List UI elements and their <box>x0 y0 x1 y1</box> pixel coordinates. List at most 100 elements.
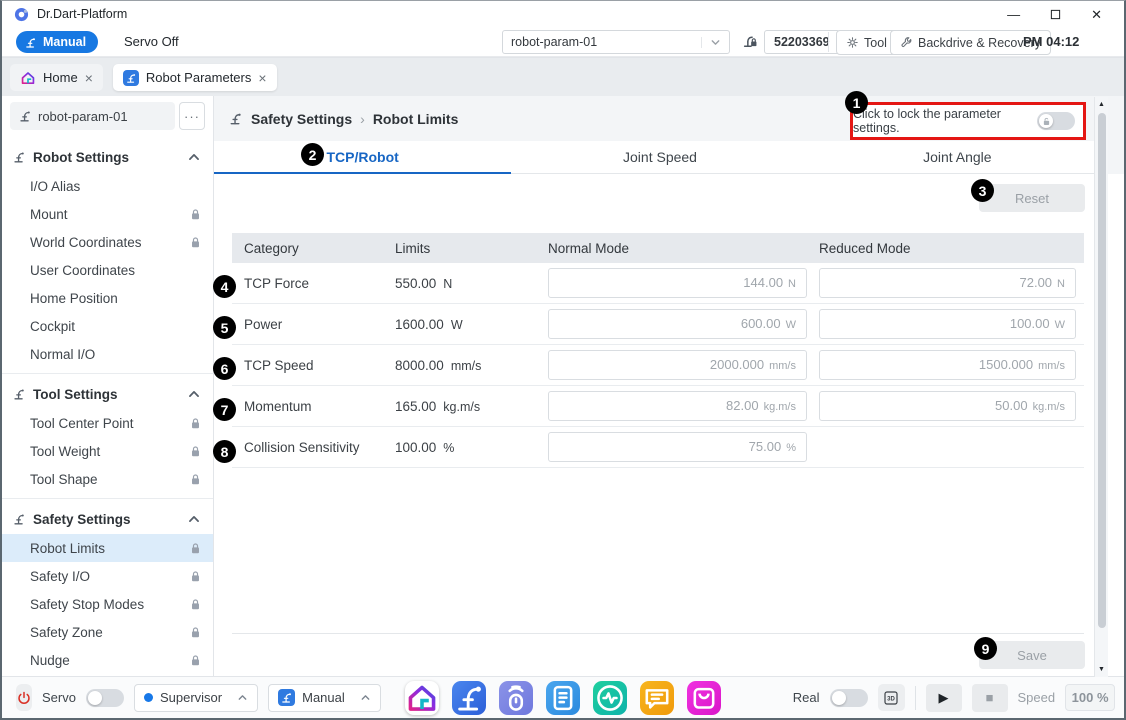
role-dropdown-value: Supervisor <box>160 690 222 705</box>
tool-button[interactable]: Tool <box>836 30 897 55</box>
sidebar-item-world-coordinates[interactable]: World Coordinates <box>2 228 213 256</box>
section-divider <box>2 373 213 374</box>
section-safety-settings[interactable]: Safety Settings <box>2 504 213 534</box>
home-icon <box>405 681 439 715</box>
sidebar-more-button[interactable]: ··· <box>179 102 205 130</box>
bottombar-divider <box>915 686 916 710</box>
reduced-mode-input[interactable]: 1500.000mm/s <box>819 350 1076 380</box>
col-normal-mode: Normal Mode <box>548 241 819 256</box>
minimize-button[interactable]: — <box>1007 8 1020 21</box>
sidebar-item-robot-limits[interactable]: Robot Limits <box>2 534 213 562</box>
robot-arm-icon <box>18 109 32 123</box>
tab-robot-parameters[interactable]: Robot Parameters × <box>113 64 277 91</box>
section-title: Safety Settings <box>33 512 131 527</box>
lock-parameters-banner: Click to lock the parameter settings. <box>850 102 1086 140</box>
real-toggle[interactable] <box>830 689 868 707</box>
input-value: 1500.000 <box>979 357 1033 372</box>
tab-joint-speed[interactable]: Joint Speed <box>511 141 808 173</box>
normal-mode-input[interactable]: 82.00kg.m/s <box>548 391 807 421</box>
tab-tcp-robot[interactable]: TCP/Robot <box>214 141 511 173</box>
section-title: Tool Settings <box>33 387 118 402</box>
maximize-button[interactable] <box>1050 9 1061 20</box>
dock-home-icon[interactable] <box>405 681 439 715</box>
tab-joint-angle[interactable]: Joint Angle <box>809 141 1106 173</box>
app-dock <box>405 681 721 715</box>
mode-dropdown-value: Manual <box>302 690 345 705</box>
play-button[interactable]: ▶ <box>926 684 962 712</box>
scroll-down-icon[interactable]: ▼ <box>1095 666 1108 673</box>
table-row-collision-sensitivity: Collision Sensitivity 100.00% 75.00% <box>232 427 1084 468</box>
sidebar-item-safety-io[interactable]: Safety I/O <box>2 562 213 590</box>
sidebar-item-home-position[interactable]: Home Position <box>2 284 213 312</box>
lock-parameters-toggle[interactable] <box>1037 112 1075 130</box>
maximize-icon <box>1050 9 1061 20</box>
sidebar-item-io-alias[interactable]: I/O Alias <box>2 172 213 200</box>
normal-mode-input[interactable]: 600.00W <box>548 309 807 339</box>
item-label: Tool Center Point <box>30 416 134 431</box>
dock-store-icon[interactable] <box>687 681 721 715</box>
reduced-mode-input[interactable]: 72.00N <box>819 268 1076 298</box>
scrollbar-thumb[interactable] <box>1098 113 1106 628</box>
mode-dropdown[interactable]: Manual <box>268 684 381 712</box>
chevron-up-icon <box>187 512 201 526</box>
row-limit-unit: kg.m/s <box>443 400 480 414</box>
sidebar-item-tool-shape[interactable]: Tool Shape <box>2 465 213 493</box>
table-header-row: Category Limits Normal Mode Reduced Mode <box>232 233 1084 263</box>
3d-view-button[interactable]: 3D <box>878 684 905 711</box>
lock-icon <box>190 654 201 667</box>
tab-home-close-icon[interactable]: × <box>85 71 93 85</box>
home-icon <box>20 70 36 86</box>
annotation-badge-5: 5 <box>213 316 236 339</box>
dock-remote-control-icon[interactable] <box>499 681 533 715</box>
sidebar-item-user-coordinates[interactable]: User Coordinates <box>2 256 213 284</box>
servo-toggle[interactable] <box>86 689 124 707</box>
reduced-mode-input[interactable]: 100.00W <box>819 309 1076 339</box>
message-icon <box>640 681 674 715</box>
reduced-mode-input[interactable]: 50.00kg.m/s <box>819 391 1076 421</box>
close-button[interactable]: ✕ <box>1091 8 1102 21</box>
sidebar-item-mount[interactable]: Mount <box>2 200 213 228</box>
speed-label: Speed <box>1018 690 1056 705</box>
scroll-up-icon[interactable]: ▲ <box>1095 101 1108 108</box>
param-file-dropdown[interactable]: robot-param-01 <box>502 30 730 54</box>
sidebar-item-cockpit[interactable]: Cockpit <box>2 312 213 340</box>
robot-arm-icon <box>12 150 26 164</box>
robot-arm-icon <box>12 512 26 526</box>
sidebar-item-tool-weight[interactable]: Tool Weight <box>2 437 213 465</box>
item-label: Nudge <box>30 653 70 668</box>
row-category: Momentum <box>232 399 395 414</box>
vertical-scrollbar[interactable]: ▲ ▼ <box>1094 97 1108 677</box>
normal-mode-input[interactable]: 144.00N <box>548 268 807 298</box>
tab-home[interactable]: Home × <box>10 64 103 91</box>
normal-mode-input[interactable]: 75.00% <box>548 432 807 462</box>
title-bar: Dr.Dart-Platform — ✕ <box>2 1 1124 27</box>
col-category: Category <box>232 241 395 256</box>
annotation-badge-6: 6 <box>213 357 236 380</box>
annotation-badge-2: 2 <box>301 143 324 166</box>
item-label: Safety Zone <box>30 625 103 640</box>
dock-monitoring-icon[interactable] <box>593 681 627 715</box>
sidebar-item-tool-center-point[interactable]: Tool Center Point <box>2 409 213 437</box>
table-row-power: Power 1600.00W 600.00W 100.00W <box>232 304 1084 345</box>
dock-robot-arm-icon[interactable] <box>452 681 486 715</box>
sidebar-item-nudge[interactable]: Nudge <box>2 646 213 674</box>
gear-icon <box>846 36 859 49</box>
dock-task-writer-icon[interactable] <box>546 681 580 715</box>
reset-button[interactable]: Reset <box>979 184 1085 212</box>
row-limit-value: 8000.00 <box>395 358 444 373</box>
section-robot-settings[interactable]: Robot Settings <box>2 142 213 172</box>
role-dropdown[interactable]: Supervisor <box>134 684 258 712</box>
tab-robot-parameters-close-icon[interactable]: × <box>258 71 266 85</box>
sidebar-item-normal-io[interactable]: Normal I/O <box>2 340 213 368</box>
normal-mode-input[interactable]: 2000.000mm/s <box>548 350 807 380</box>
section-tool-settings[interactable]: Tool Settings <box>2 379 213 409</box>
app-window: Dr.Dart-Platform — ✕ Manual Servo Off ro… <box>0 0 1126 720</box>
mode-indicator-manual[interactable]: Manual <box>16 31 98 53</box>
stop-button[interactable]: ■ <box>972 684 1008 712</box>
sidebar-item-safety-stop-modes[interactable]: Safety Stop Modes <box>2 590 213 618</box>
dock-message-log-icon[interactable] <box>640 681 674 715</box>
servo-status: Servo Off <box>124 34 179 49</box>
sidebar-item-safety-zone[interactable]: Safety Zone <box>2 618 213 646</box>
speed-value[interactable]: 100 % <box>1065 684 1115 711</box>
power-button[interactable] <box>16 684 32 711</box>
